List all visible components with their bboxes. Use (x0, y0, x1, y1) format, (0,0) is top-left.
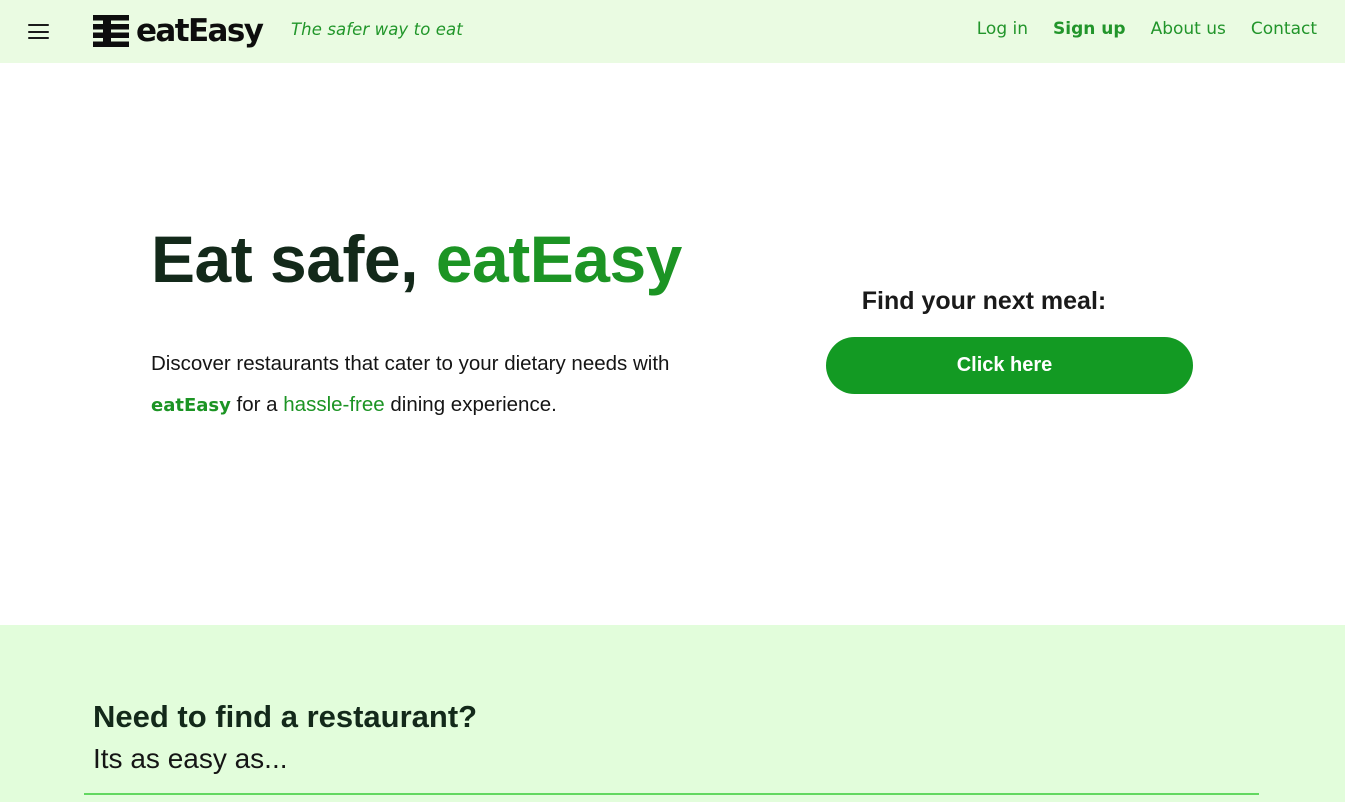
how-it-works-section: Need to find a restaurant? Its as easy a… (0, 625, 1345, 802)
find-meal-button[interactable]: Click here (826, 337, 1193, 394)
nav-signup-link[interactable]: Sign up (1053, 19, 1126, 39)
hamburger-menu-icon[interactable] (27, 21, 50, 42)
hero-title: Eat safe, eatEasy (151, 222, 682, 298)
hero-title-brand: eatEasy (435, 222, 683, 296)
hero-desc-text-1: Discover restaurants that cater to your … (151, 352, 670, 375)
nav-about-link[interactable]: About us (1151, 19, 1226, 39)
site-logo[interactable]: eatEasy (93, 12, 264, 49)
section-divider (84, 793, 1259, 795)
hero-desc-text-3: dining experience. (384, 393, 557, 416)
site-header: eatEasy The safer way to eat Log in Sign… (0, 0, 1345, 63)
section-subheading: Its as easy as... (93, 743, 288, 774)
top-nav: Log in Sign up About us Contact (952, 19, 1317, 39)
nav-login-link[interactable]: Log in (977, 19, 1028, 39)
hero-desc-text-2: for a (230, 393, 284, 416)
tagline: The safer way to eat (291, 20, 463, 39)
hero-desc-brand: eatEasy (151, 395, 231, 416)
hero-title-text: Eat safe, (151, 222, 436, 296)
hero-desc-highlight: hassle-free (283, 393, 385, 416)
hero-description: Discover restaurants that cater to your … (151, 343, 751, 426)
cta-label: Find your next meal: (861, 287, 1107, 315)
eateasy-logo-mark-icon (93, 15, 129, 47)
section-heading: Need to find a restaurant? (93, 699, 478, 734)
logo-text: eatEasy (136, 12, 264, 49)
nav-contact-link[interactable]: Contact (1251, 19, 1317, 39)
